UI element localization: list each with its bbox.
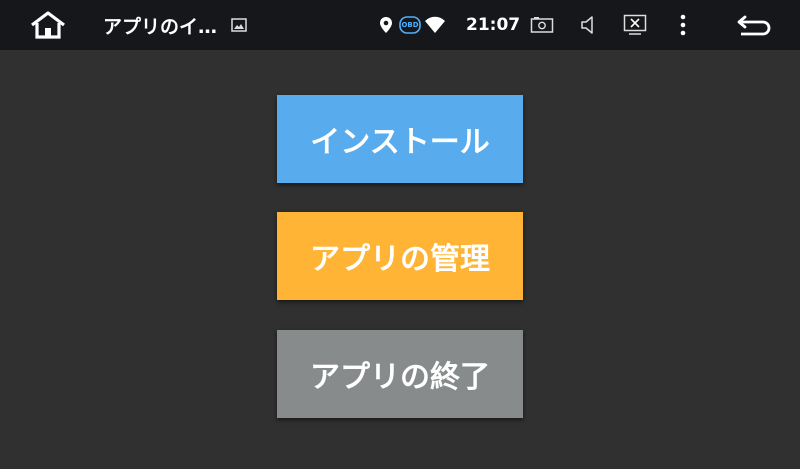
main-content: インストール アプリの管理 アプリの終了: [0, 50, 800, 469]
install-button[interactable]: インストール: [277, 95, 523, 183]
home-icon[interactable]: [28, 0, 68, 50]
app-title: アプリのイ…: [103, 15, 218, 38]
camera-icon[interactable]: [530, 0, 554, 50]
more-vert-icon[interactable]: [676, 0, 690, 50]
back-icon[interactable]: [734, 0, 774, 50]
manage-apps-button[interactable]: アプリの管理: [277, 212, 523, 300]
wifi-icon: [424, 0, 446, 50]
screen-close-icon[interactable]: [622, 0, 648, 50]
obd-icon: OBD: [398, 0, 422, 50]
obd-label: OBD: [401, 21, 419, 29]
status-bar: アプリのイ… OBD 21:07: [0, 0, 800, 50]
clock: 21:07: [466, 15, 521, 35]
location-pin-icon: [378, 0, 394, 50]
image-icon: [230, 0, 248, 50]
exit-app-button[interactable]: アプリの終了: [277, 330, 523, 418]
volume-icon[interactable]: [579, 0, 599, 50]
